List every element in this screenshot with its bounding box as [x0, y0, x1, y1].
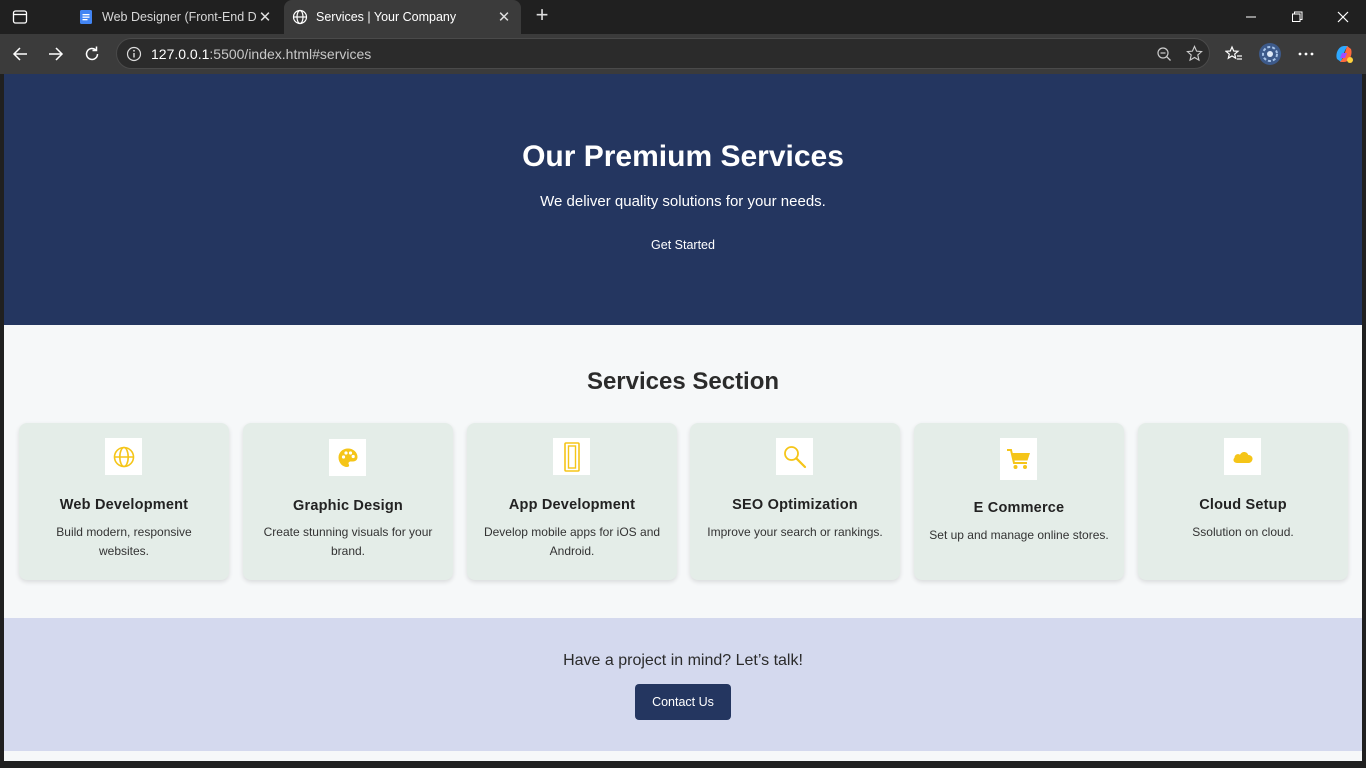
mobile-icon — [553, 438, 590, 475]
site-info-icon[interactable] — [125, 45, 143, 63]
service-title: Cloud Setup — [1199, 497, 1287, 513]
service-title: E Commerce — [973, 500, 1065, 516]
docs-icon — [78, 9, 94, 25]
back-icon[interactable] — [7, 42, 33, 66]
service-card-cloud-setup: Cloud Setup Ssolution on cloud. — [1138, 423, 1348, 580]
refresh-icon[interactable] — [79, 42, 105, 66]
service-description: Build modern, responsive websites. — [56, 525, 192, 558]
minimize-icon[interactable] — [1228, 0, 1274, 34]
zoom-icon[interactable] — [1149, 42, 1179, 66]
forward-icon[interactable] — [43, 42, 69, 66]
favorite-star-icon[interactable] — [1179, 42, 1209, 66]
contact-text: Have a project in mind? Let’s talk! — [563, 652, 803, 669]
service-description: Create stunning visuals for your brand. — [263, 525, 433, 558]
browser-toolbar: 127.0.0.1:5500/index.html#services — [0, 34, 1366, 74]
service-card-app-development: App Development Develop mobile apps for … — [467, 423, 677, 580]
url-text[interactable]: 127.0.0.1:5500/index.html#services — [151, 46, 1149, 62]
service-description: Improve your search or rankings. — [707, 525, 883, 539]
cloud-icon — [1224, 438, 1261, 475]
url-path: :5500/index.html#services — [209, 45, 372, 62]
copilot-icon[interactable] — [1330, 42, 1358, 66]
address-bar[interactable]: 127.0.0.1:5500/index.html#services — [116, 38, 1210, 69]
services-section: Services Section Web Development Build m… — [4, 325, 1362, 618]
more-icon[interactable] — [1292, 42, 1320, 66]
tab-title: Services | Your Company — [316, 10, 457, 24]
service-card-seo-optimization: SEO Optimization Improve your search or … — [690, 423, 900, 580]
new-tab-icon[interactable]: + — [530, 4, 554, 28]
services-heading: Services Section — [586, 368, 780, 395]
service-description: Set up and manage online stores. — [929, 528, 1109, 542]
profile-avatar-icon[interactable] — [1256, 42, 1284, 66]
hero-subtitle: We deliver quality solutions for your ne… — [540, 193, 826, 210]
restore-icon[interactable] — [1274, 0, 1320, 34]
service-title: App Development — [508, 497, 636, 513]
cart-icon — [1000, 438, 1037, 480]
service-card-web-development: Web Development Build modern, responsive… — [19, 423, 229, 580]
hero-section: Our Premium Services We deliver quality … — [4, 74, 1362, 325]
favorites-icon[interactable] — [1220, 42, 1248, 66]
service-title: SEO Optimization — [732, 497, 858, 513]
service-card-e-commerce: E Commerce Set up and manage online stor… — [914, 423, 1124, 580]
service-description: Ssolution on cloud. — [1192, 525, 1294, 539]
page-viewport: Our Premium Services We deliver quality … — [4, 74, 1362, 761]
service-title: Web Development — [59, 497, 189, 513]
tab-bar: Web Designer (Front-End Dev ✕ Services |… — [0, 0, 1366, 34]
contact-section: Have a project in mind? Let’s talk! Cont… — [4, 618, 1362, 751]
tab-web-designer[interactable]: Web Designer (Front-End Dev ✕ — [70, 0, 282, 34]
footer-strip — [4, 751, 1362, 761]
contact-us-button[interactable]: Contact Us — [635, 684, 731, 720]
globe-icon — [292, 9, 308, 25]
service-description: Develop mobile apps for iOS and Android. — [483, 525, 661, 558]
service-card-graphic-design: Graphic Design Create stunning visuals f… — [243, 423, 453, 580]
get-started-link[interactable]: Get Started — [4, 238, 1362, 252]
window-bottom-edge — [0, 761, 1366, 768]
globe-icon — [105, 438, 142, 475]
tab-services[interactable]: Services | Your Company ✕ — [284, 0, 521, 34]
service-title: Graphic Design — [293, 498, 403, 514]
palette-icon — [329, 439, 366, 476]
hero-title: Our Premium Services — [522, 140, 844, 173]
url-host: 127.0.0.1 — [151, 45, 210, 62]
close-icon[interactable]: ✕ — [495, 8, 513, 26]
tab-title: Web Designer (Front-End Dev — [102, 10, 256, 24]
sidebar-icon[interactable] — [8, 6, 32, 28]
search-icon — [776, 438, 813, 475]
close-icon[interactable]: ✕ — [256, 8, 274, 26]
close-window-icon[interactable] — [1320, 0, 1366, 34]
